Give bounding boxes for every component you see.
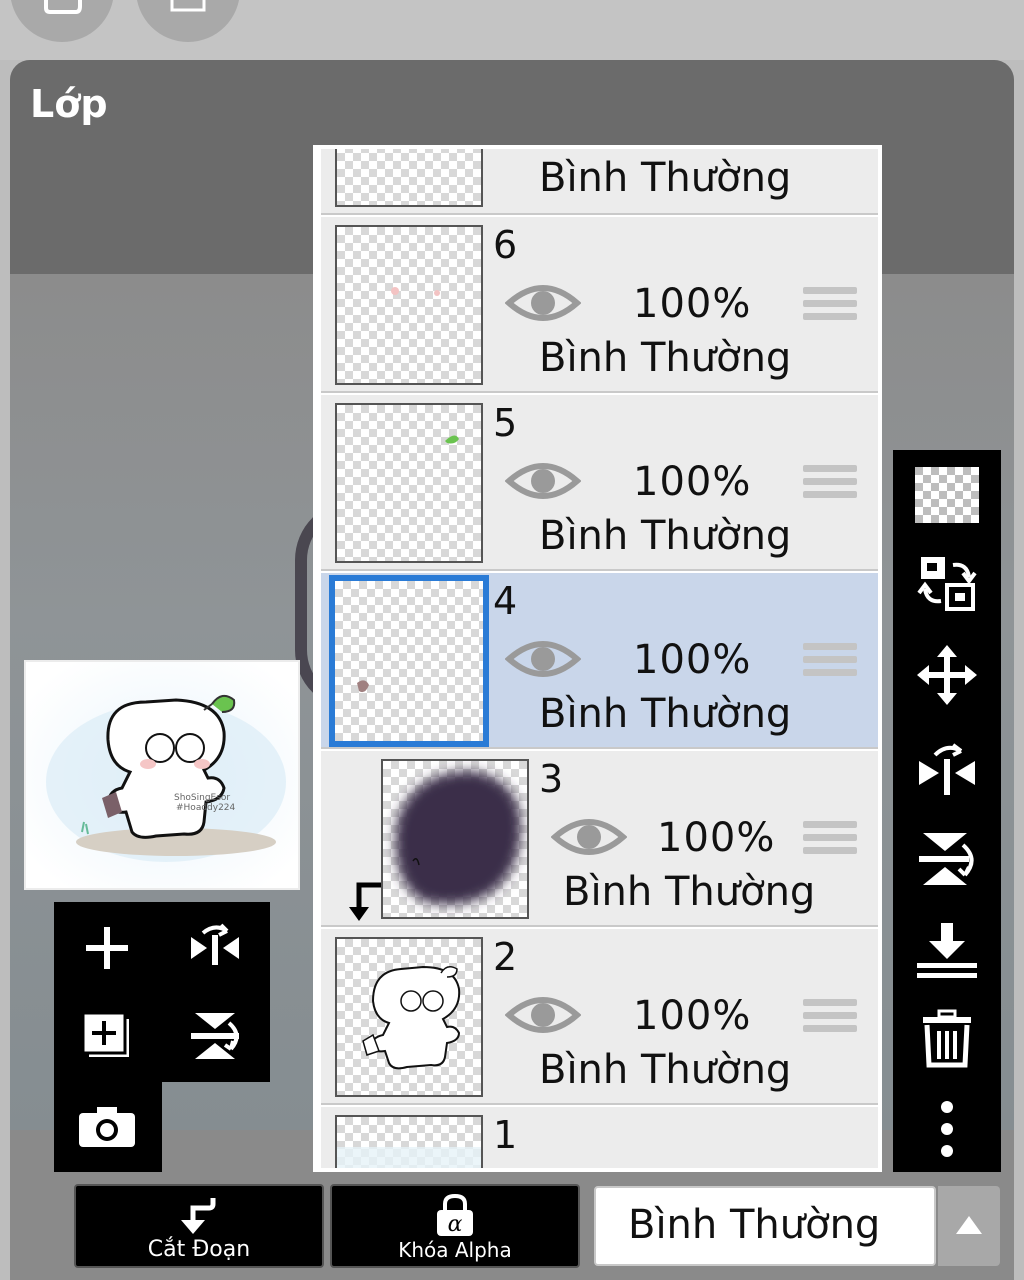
drag-handle-icon[interactable] xyxy=(803,999,857,1037)
layer-thumbnail xyxy=(335,225,483,385)
trash-icon xyxy=(923,1009,971,1068)
more-options-button[interactable] xyxy=(907,1092,987,1166)
layer-blend-mode: Bình Thường xyxy=(539,1047,792,1093)
blend-mode-value: Bình Thường xyxy=(628,1202,881,1248)
drag-handle-icon[interactable] xyxy=(803,821,857,859)
transparency-icon xyxy=(915,467,979,523)
svg-text:#Hoaddy224: #Hoaddy224 xyxy=(176,803,236,813)
layer-row-4[interactable]: 4 100% Bình Thường xyxy=(321,573,878,749)
svg-text:α: α xyxy=(448,1212,463,1237)
layer-blend-mode: Bình Thường xyxy=(539,335,792,381)
more-vertical-icon xyxy=(941,1101,953,1157)
flip-horizontal-button[interactable] xyxy=(170,906,260,990)
layer-number: 4 xyxy=(493,579,518,623)
add-copy-layer-button[interactable] xyxy=(62,994,152,1078)
flip-horizontal-icon xyxy=(919,743,975,795)
layer-opacity[interactable]: 100% xyxy=(633,281,751,327)
flip-vertical-icon xyxy=(919,833,974,885)
layer-thumbnail-selected xyxy=(329,575,489,747)
redo-button[interactable] xyxy=(136,0,240,42)
layer-row-1[interactable]: 1 xyxy=(321,1107,878,1168)
drag-handle-icon[interactable] xyxy=(803,643,857,681)
panel-title: Lớp xyxy=(30,82,108,126)
flip-vertical-button[interactable] xyxy=(170,994,260,1078)
bottom-bar: Cắt Đoạn α Khóa Alpha Bình Thường xyxy=(0,1174,1024,1280)
clipping-arrow-icon xyxy=(349,882,381,921)
alpha-lock-label: Khóa Alpha xyxy=(398,1238,512,1262)
visibility-eye-icon[interactable] xyxy=(551,815,627,859)
layer-number: 2 xyxy=(493,935,518,979)
layer-thumbnail xyxy=(335,403,483,563)
layer-opacity[interactable]: 100% xyxy=(633,993,751,1039)
transparency-button[interactable] xyxy=(907,458,987,532)
clipping-icon xyxy=(181,1198,216,1234)
merge-down-icon xyxy=(917,923,977,978)
layer-row-6[interactable]: 6 100% Bình Thường xyxy=(321,217,878,393)
flip-vertical-button[interactable] xyxy=(907,822,987,896)
add-layer-icon xyxy=(86,927,128,969)
layer-thumbnail xyxy=(335,937,483,1097)
alpha-lock-icon: α xyxy=(437,1194,473,1237)
clipping-label: Cắt Đoạn xyxy=(147,1237,251,1262)
flip-horizontal-icon xyxy=(191,923,239,965)
layer-row-2[interactable]: 2 100% Bình Thường xyxy=(321,929,878,1105)
flip-vertical-icon xyxy=(191,1013,239,1059)
flip-horizontal-button[interactable] xyxy=(907,732,987,806)
add-layer-button[interactable] xyxy=(62,906,152,990)
drag-handle-icon[interactable] xyxy=(803,287,857,325)
layer-number: 3 xyxy=(539,757,564,801)
layer-thumbnail xyxy=(335,149,483,207)
clipping-button[interactable]: Cắt Đoạn xyxy=(74,1184,324,1268)
delete-layer-button[interactable] xyxy=(907,1002,987,1076)
swap-layers-icon xyxy=(917,557,977,611)
blend-mode-select[interactable]: Bình Thường xyxy=(594,1186,936,1266)
layer-row[interactable]: Bình Thường xyxy=(321,149,878,215)
layer-thumbnail xyxy=(381,759,529,919)
layer-blend-mode: Bình Thường xyxy=(539,691,792,737)
layer-blend-mode: Bình Thường xyxy=(539,155,792,201)
layer-opacity[interactable]: 100% xyxy=(657,815,775,861)
triangle-up-icon xyxy=(956,1216,982,1234)
layer-row-5[interactable]: 5 100% Bình Thường xyxy=(321,395,878,571)
right-toolbar xyxy=(893,450,1001,1172)
layer-number: 5 xyxy=(493,401,518,445)
merge-down-button[interactable] xyxy=(907,912,987,986)
add-copy-layer-icon xyxy=(81,1011,129,1057)
redo-icon xyxy=(170,0,206,12)
top-bar xyxy=(0,0,1024,60)
move-icon xyxy=(917,645,977,705)
move-button[interactable] xyxy=(907,638,987,712)
visibility-eye-icon[interactable] xyxy=(505,637,581,681)
layer-thumbnail xyxy=(335,1115,483,1168)
visibility-eye-icon[interactable] xyxy=(505,281,581,325)
layer-blend-mode: Bình Thường xyxy=(563,869,816,915)
visibility-eye-icon[interactable] xyxy=(505,993,581,1037)
undo-button[interactable] xyxy=(10,0,114,42)
visibility-eye-icon[interactable] xyxy=(505,459,581,503)
drag-handle-icon[interactable] xyxy=(803,465,857,503)
layer-opacity[interactable]: 100% xyxy=(633,459,751,505)
layer-blend-mode: Bình Thường xyxy=(539,513,792,559)
layer-number: 1 xyxy=(493,1113,518,1157)
preview-drawing: ShoSingEsor #Hoaddy224 xyxy=(26,662,298,888)
layer-row-3[interactable]: 3 100% Bình Thường xyxy=(321,751,878,927)
swap-layers-button[interactable] xyxy=(907,546,987,620)
blend-mode-dropdown-button[interactable] xyxy=(938,1186,1000,1266)
camera-icon xyxy=(79,1107,135,1147)
camera-button[interactable] xyxy=(62,1084,152,1168)
layer-number: 6 xyxy=(493,223,518,267)
layer-list[interactable]: Bình Thường 6 100% Bình Thường 5 100% Bì… xyxy=(321,149,878,1168)
layer-list-panel[interactable]: Bình Thường 6 100% Bình Thường 5 100% Bì… xyxy=(313,145,882,1172)
undo-icon xyxy=(44,0,82,14)
alpha-lock-button[interactable]: α Khóa Alpha xyxy=(330,1184,580,1268)
preview-watermark: ShoSingEsor xyxy=(174,793,230,803)
layer-opacity[interactable]: 100% xyxy=(633,637,751,683)
canvas-preview[interactable]: ShoSingEsor #Hoaddy224 xyxy=(24,660,300,890)
